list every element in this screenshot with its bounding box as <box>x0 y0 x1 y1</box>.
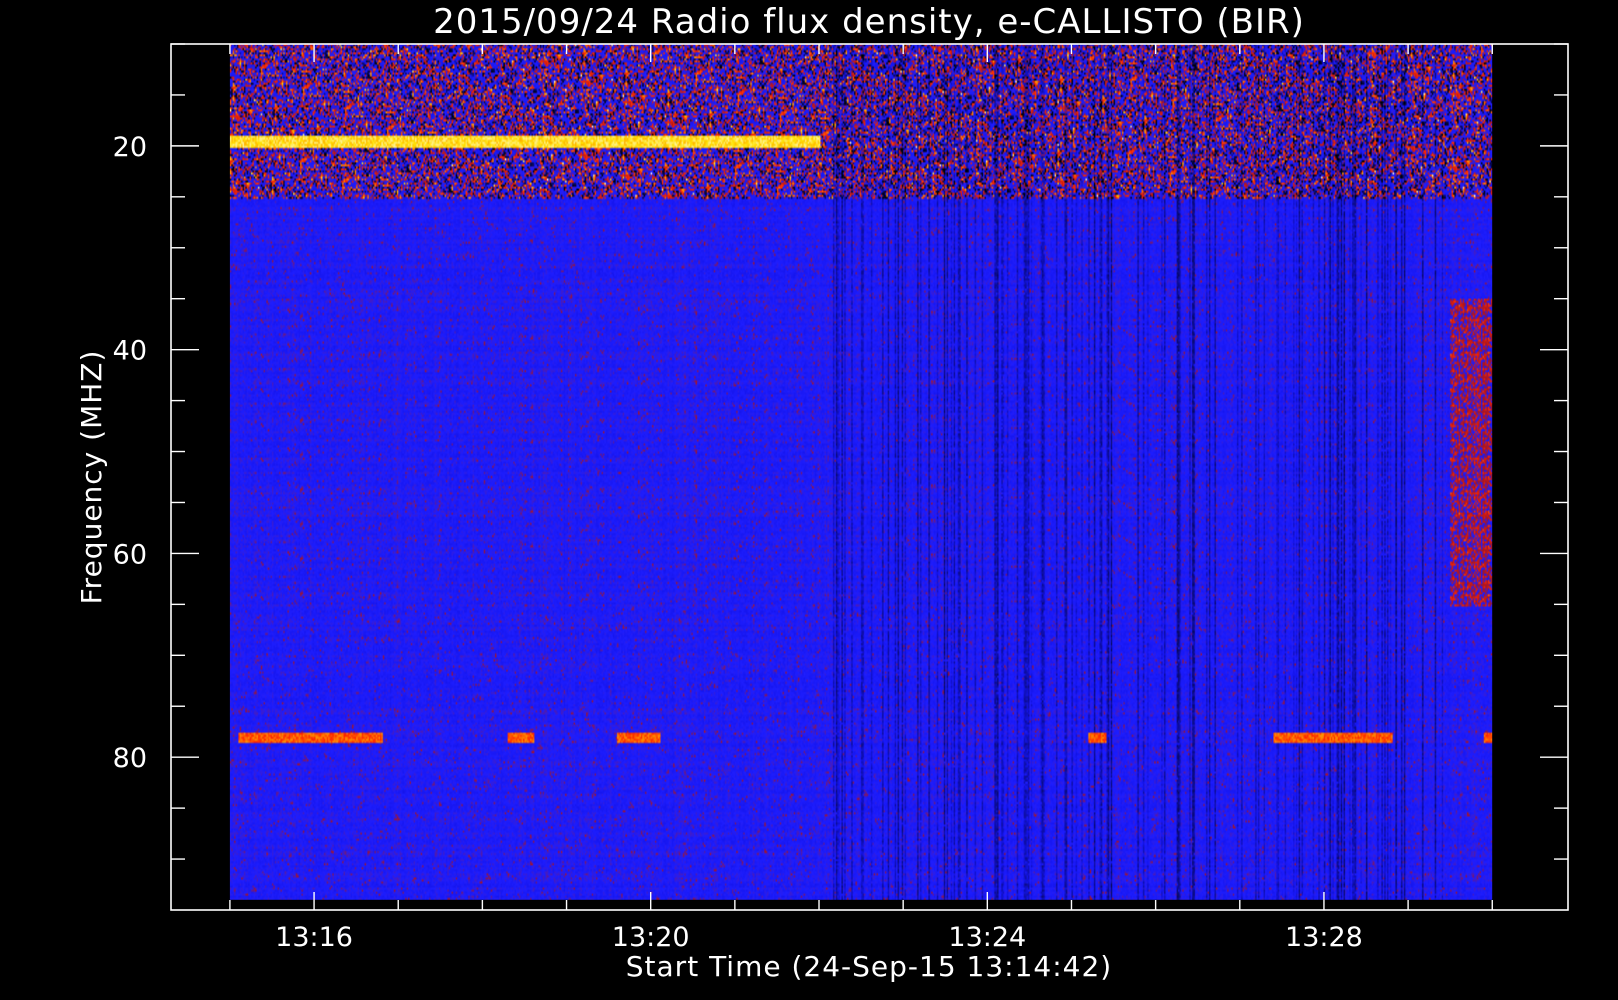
y-tick-label: 80 <box>113 743 147 774</box>
x-tick-label: 13:28 <box>1285 922 1363 953</box>
spectrogram-figure: 2015/09/24 Radio flux density, e-CALLIST… <box>0 0 1618 1000</box>
x-tick-label: 13:24 <box>948 922 1026 953</box>
spectrogram-heatmap <box>229 44 1493 900</box>
y-tick-label: 20 <box>113 132 147 163</box>
x-tick-label: 13:16 <box>275 922 353 953</box>
y-tick-label: 40 <box>113 336 147 367</box>
y-axis-label: Frequency (MHZ) <box>75 350 108 605</box>
chart-title: 2015/09/24 Radio flux density, e-CALLIST… <box>433 2 1305 42</box>
x-tick-label: 13:20 <box>612 922 690 953</box>
y-tick-label: 60 <box>113 539 147 570</box>
heatmap-area <box>229 44 1493 900</box>
x-axis-label: Start Time (24-Sep-15 13:14:42) <box>626 950 1112 983</box>
